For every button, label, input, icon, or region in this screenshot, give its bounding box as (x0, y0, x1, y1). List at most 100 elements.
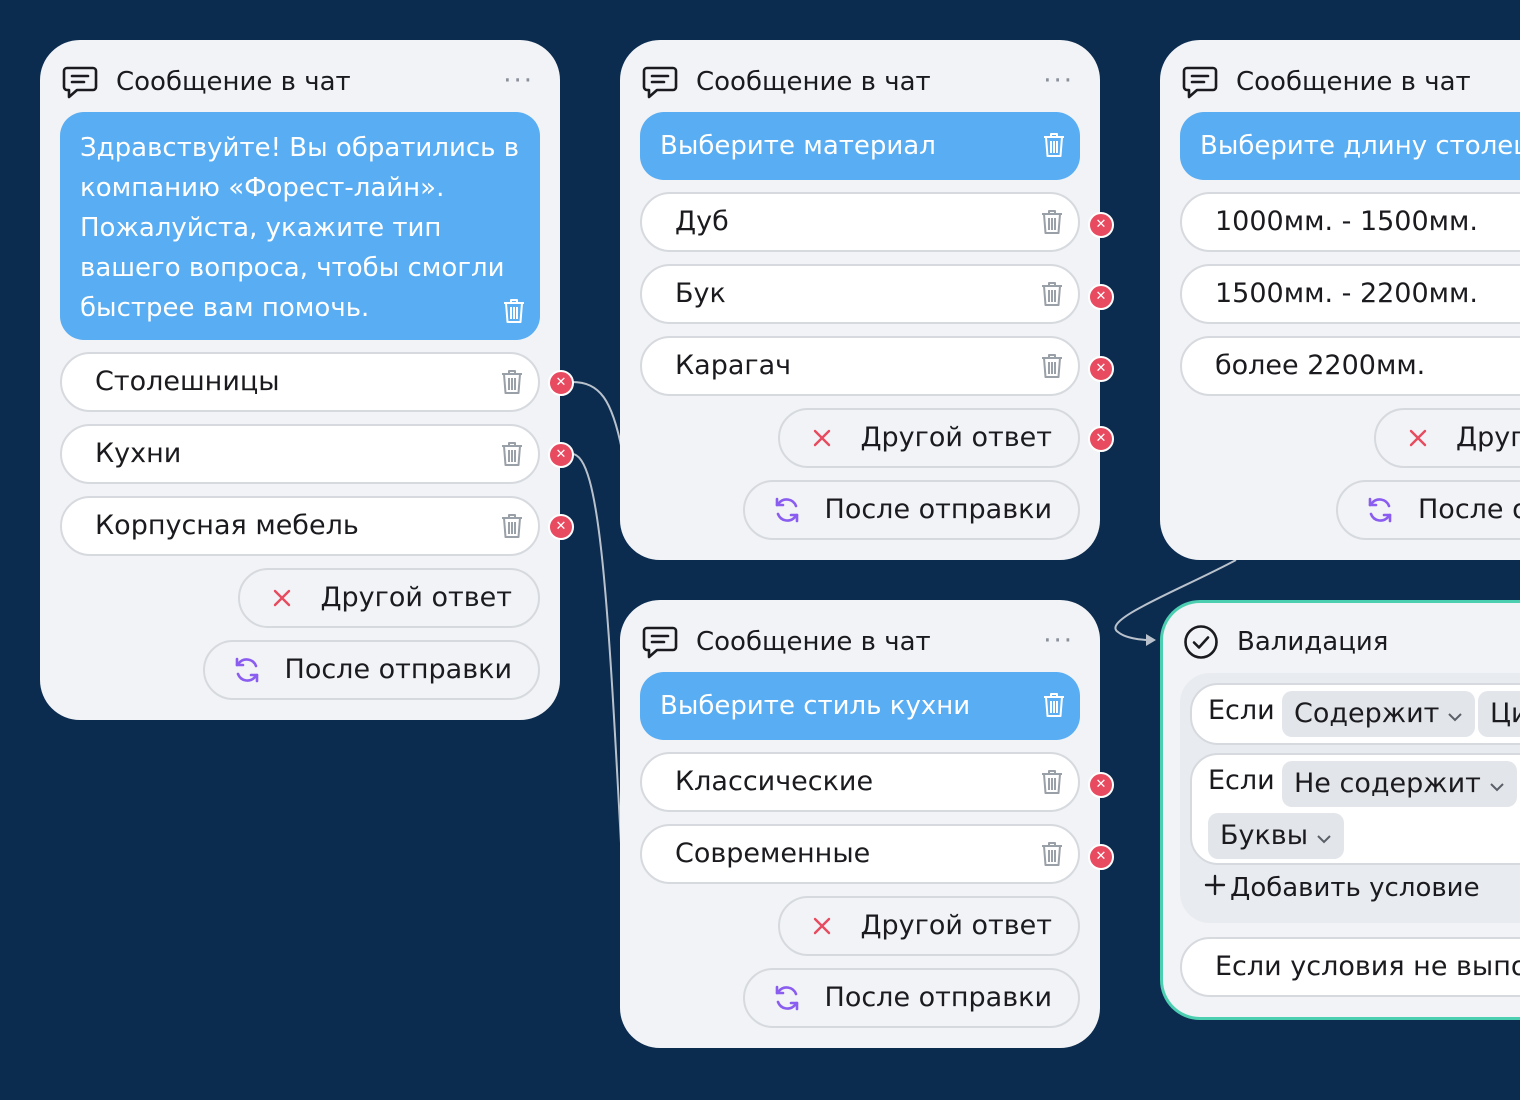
remove-connection-icon[interactable]: ✕ (1088, 772, 1114, 798)
chat-message-card-2[interactable]: Сообщение в чат ··· Выберите материал Ду… (620, 40, 1100, 560)
connector-kukhni (571, 453, 623, 863)
trash-icon[interactable] (500, 441, 524, 467)
other-answer-button[interactable]: Другой ответ (778, 896, 1080, 956)
value-dropdown[interactable]: Ци (1478, 691, 1520, 737)
option-item[interactable]: Карагач (640, 336, 1080, 396)
card-header: Валидация (1181, 622, 1500, 662)
option-label: Карагач (675, 350, 792, 381)
validation-card[interactable]: Валидация Если Содержит Ци Если Не содер… (1160, 600, 1520, 1020)
after-send-label: После отправки (824, 494, 1052, 525)
close-icon (1400, 428, 1436, 448)
option-item[interactable]: Дуб (640, 192, 1080, 252)
fallback-item[interactable]: Если условия не выпол (1180, 937, 1520, 997)
connector-stoleshnitsy (571, 381, 623, 451)
chat-bubble-icon (1180, 62, 1220, 102)
other-answer-button[interactable]: Другой ответ (778, 408, 1080, 468)
message-bubble[interactable]: Здравствуйте! Вы обратились в компанию «… (60, 112, 540, 340)
operator-dropdown[interactable]: Содержит (1282, 691, 1476, 737)
chat-message-card-4[interactable]: Сообщение в чат ··· Выберите стиль кухни… (620, 600, 1100, 1048)
chevron-down-icon (1447, 691, 1463, 737)
trash-icon[interactable] (1040, 841, 1064, 867)
option-item[interactable]: 1500мм. - 2200мм. (1180, 264, 1520, 324)
trash-icon[interactable] (1040, 769, 1064, 795)
option-label: 1500мм. - 2200мм. (1215, 278, 1478, 309)
operator-dropdown[interactable]: Не содержит (1282, 761, 1517, 807)
conditions-group: Если Содержит Ци Если Не содержит Буквы … (1180, 673, 1520, 923)
condition-value: Ци (1490, 698, 1520, 729)
option-label: Столешницы (95, 366, 280, 397)
option-item[interactable]: Бук (640, 264, 1080, 324)
option-item[interactable]: Классические (640, 752, 1080, 812)
after-send-button[interactable]: После о (1336, 480, 1520, 540)
card-title: Валидация (1237, 627, 1389, 657)
other-answer-button[interactable]: Друго (1374, 408, 1520, 468)
remove-connection-icon[interactable]: ✕ (1088, 844, 1114, 870)
condition-row[interactable]: Если Содержит Ци (1190, 683, 1520, 745)
chevron-down-icon (1316, 813, 1332, 859)
trash-icon[interactable] (1040, 353, 1064, 379)
remove-connection-icon[interactable]: ✕ (1088, 284, 1114, 310)
card-title: Сообщение в чат (116, 67, 351, 97)
option-label: Современные (675, 838, 871, 869)
more-menu-icon[interactable]: ··· (1043, 626, 1074, 656)
after-send-button[interactable]: После отправки (742, 480, 1080, 540)
remove-connection-icon[interactable]: ✕ (548, 370, 574, 396)
more-menu-icon[interactable]: ··· (1043, 66, 1074, 96)
other-answer-label: Другой ответ (320, 582, 512, 613)
connector-arrow (1146, 634, 1156, 646)
condition-row[interactable]: Если Не содержит Буквы (1190, 753, 1520, 865)
after-send-label: После о (1418, 494, 1520, 525)
after-send-button[interactable]: После отправки (742, 968, 1080, 1028)
message-bubble[interactable]: Выберите материал (640, 112, 1080, 180)
other-answer-button[interactable]: Другой ответ (238, 568, 540, 628)
chevron-down-icon (1489, 761, 1505, 807)
message-bubble[interactable]: Выберите стиль кухни (640, 672, 1080, 740)
check-circle-icon (1181, 622, 1221, 662)
card-header: Сообщение в чат ··· (640, 622, 1080, 662)
remove-connection-icon[interactable]: ✕ (1088, 426, 1114, 452)
refresh-icon (1362, 495, 1398, 525)
remove-connection-icon[interactable]: ✕ (548, 442, 574, 468)
option-label: Бук (675, 278, 726, 309)
add-condition-button[interactable]: Добавить условие (1204, 873, 1480, 903)
trash-icon[interactable] (1040, 281, 1064, 307)
value-dropdown[interactable]: Буквы (1208, 813, 1345, 859)
chat-message-card-1[interactable]: Сообщение в чат ··· Здравствуйте! Вы обр… (40, 40, 560, 720)
option-item[interactable]: Кухни (60, 424, 540, 484)
trash-icon[interactable] (1042, 692, 1066, 718)
option-item[interactable]: Корпусная мебель (60, 496, 540, 556)
option-label: Дуб (675, 206, 729, 237)
operator-value: Содержит (1294, 698, 1440, 729)
condition-if-label: Если (1208, 765, 1275, 796)
chat-bubble-icon (640, 622, 680, 662)
trash-icon[interactable] (1040, 209, 1064, 235)
condition-value: Буквы (1220, 820, 1309, 851)
fallback-label: Если условия не выпол (1215, 951, 1520, 982)
after-send-button[interactable]: После отправки (202, 640, 540, 700)
more-menu-icon[interactable]: ··· (503, 66, 534, 96)
option-item[interactable]: более 2200мм. (1180, 336, 1520, 396)
card-header: Сообщение в чат ··· (60, 62, 540, 102)
option-item[interactable]: Современные (640, 824, 1080, 884)
card-header: Сообщение в чат ··· (640, 62, 1080, 102)
remove-connection-icon[interactable]: ✕ (1088, 212, 1114, 238)
message-text: Выберите длину столеш (1200, 131, 1520, 161)
option-item[interactable]: Столешницы (60, 352, 540, 412)
option-label: Кухни (95, 438, 182, 469)
remove-connection-icon[interactable]: ✕ (1088, 356, 1114, 382)
option-item[interactable]: 1000мм. - 1500мм. (1180, 192, 1520, 252)
other-answer-label: Другой ответ (860, 422, 1052, 453)
trash-icon[interactable] (500, 513, 524, 539)
refresh-icon (229, 655, 265, 685)
trash-icon[interactable] (500, 369, 524, 395)
trash-icon[interactable] (1042, 132, 1066, 158)
message-text: Выберите материал (660, 131, 936, 161)
other-answer-label: Друго (1456, 422, 1520, 453)
option-label: 1000мм. - 1500мм. (1215, 206, 1478, 237)
chat-message-card-3[interactable]: Сообщение в чат Выберите длину столеш 10… (1160, 40, 1520, 560)
message-bubble[interactable]: Выберите длину столеш (1180, 112, 1520, 180)
trash-icon[interactable] (502, 298, 526, 324)
close-icon (264, 588, 300, 608)
close-icon (804, 428, 840, 448)
remove-connection-icon[interactable]: ✕ (548, 514, 574, 540)
